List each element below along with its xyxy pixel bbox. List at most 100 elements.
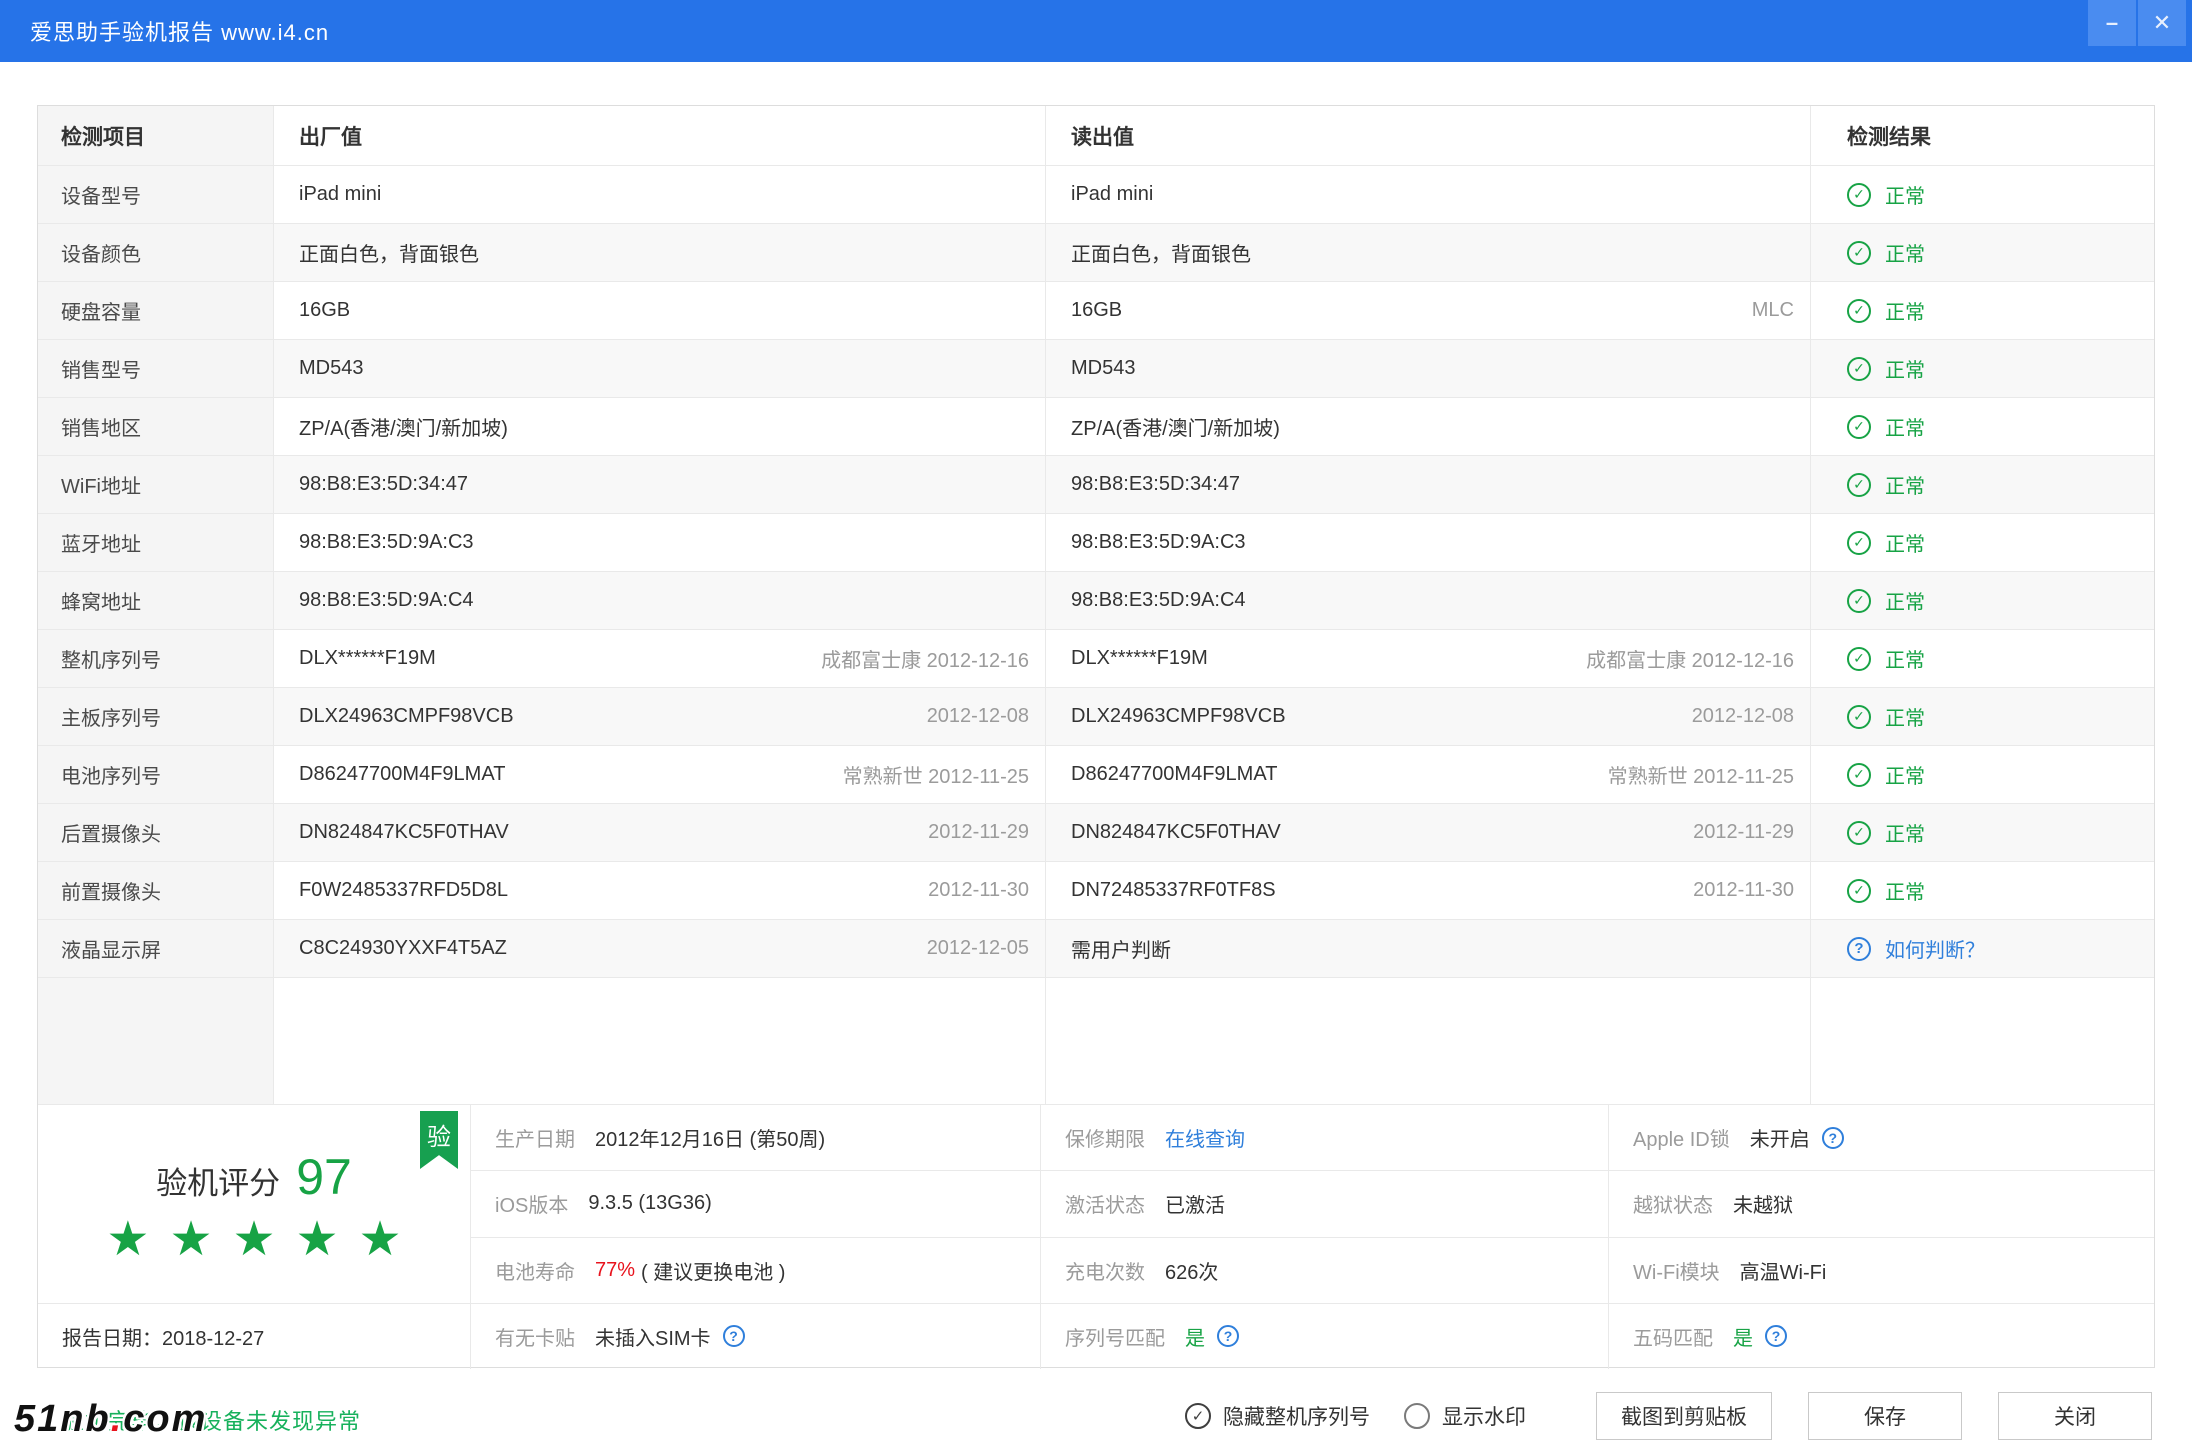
cell-value: F0W2485337RFD5D8L	[299, 879, 916, 902]
result-cell: ✓正常	[1811, 630, 2154, 687]
read-value-cell: DLX******F19M 成都富士康 2012-12-16	[1046, 630, 1811, 687]
summary-cell: 五码匹配是?	[1609, 1304, 2154, 1369]
result-cell: ? 如何判断？	[1811, 920, 2154, 977]
cell-value: 98:B8:E3:5D:9A:C3	[299, 531, 1029, 554]
help-icon[interactable]: ?	[723, 1325, 745, 1347]
help-icon[interactable]: ?	[1822, 1127, 1844, 1149]
read-value-cell: 16GBMLC	[1046, 282, 1811, 339]
table-row: 硬盘容量16GB16GBMLC✓正常	[38, 282, 2154, 340]
column-header-result: 检测结果	[1811, 106, 2154, 165]
table-header-row: 检测项目 出厂值 读出值 检测结果	[38, 106, 2154, 166]
summary-value: ( 建议更换电池 )	[641, 1256, 785, 1285]
cell-value: 正面白色，背面银色	[299, 238, 1029, 267]
online-query-link[interactable]: 在线查询	[1165, 1123, 1245, 1152]
summary-label: 充电次数	[1065, 1256, 1145, 1285]
close-button[interactable]: ✕	[2138, 0, 2186, 46]
minimize-icon: –	[2106, 10, 2118, 36]
summary-label: 越狱状态	[1633, 1189, 1713, 1218]
summary-column-1: 生产日期2012年12月16日 (第50周)iOS版本9.3.5 (13G36)…	[471, 1105, 1041, 1369]
how-to-judge-link[interactable]: 如何判断？	[1885, 934, 1985, 963]
cell-value: 需用户判断	[1071, 934, 1794, 963]
cell-value: DLX******F19M	[1071, 647, 1574, 670]
result-normal-text: 正常	[1885, 180, 1925, 209]
read-value-cell: ZP/A(香港/澳门/新加坡)	[1046, 398, 1811, 455]
help-icon[interactable]: ?	[1765, 1325, 1787, 1347]
question-circle-icon[interactable]: ?	[1847, 937, 1871, 961]
cell-value: iPad mini	[1071, 183, 1794, 206]
factory-value-cell: DN824847KC5F0THAV2012-11-29	[274, 804, 1046, 861]
table-row: 销售地区ZP/A(香港/澳门/新加坡)ZP/A(香港/澳门/新加坡)✓正常	[38, 398, 2154, 456]
factory-value-cell: 16GB	[274, 282, 1046, 339]
cell-value: MD543	[1071, 357, 1794, 380]
summary-value: 2012年12月16日 (第50周)	[595, 1123, 825, 1152]
score-label: 验机评分	[156, 1158, 280, 1203]
result-cell: ✓正常	[1811, 746, 2154, 803]
factory-value-cell: DLX24963CMPF98VCB2012-12-08	[274, 688, 1046, 745]
hide-serial-checkbox[interactable]: ✓	[1185, 1403, 1211, 1429]
read-value-cell: DN824847KC5F0THAV2012-11-29	[1046, 804, 1811, 861]
summary-cell: Wi-Fi模块高温Wi-Fi	[1609, 1238, 2154, 1304]
check-circle-icon: ✓	[1847, 763, 1871, 787]
item-label-cell: 电池序列号	[38, 746, 274, 803]
column-header-read-value: 读出值	[1046, 106, 1811, 165]
hide-serial-label: 隐藏整机序列号	[1223, 1401, 1370, 1431]
cell-value: DN824847KC5F0THAV	[299, 821, 916, 844]
item-label-cell: 设备型号	[38, 166, 274, 223]
cell-value: 16GB	[299, 299, 1029, 322]
read-value-cell: D86247700M4F9LMAT常熟新世 2012-11-25	[1046, 746, 1811, 803]
cell-value: D86247700M4F9LMAT	[299, 763, 831, 786]
cell-value: 98:B8:E3:5D:9A:C4	[1071, 589, 1794, 612]
date-note: 成都富士康 2012-12-16	[821, 644, 1029, 673]
cell-value: ZP/A(香港/澳门/新加坡)	[1071, 412, 1794, 441]
factory-value-cell: F0W2485337RFD5D8L2012-11-30	[274, 862, 1046, 919]
score-value: 97	[296, 1148, 352, 1206]
table-row: 蓝牙地址98:B8:E3:5D:9A:C398:B8:E3:5D:9A:C3✓正…	[38, 514, 2154, 572]
result-cell: ✓正常	[1811, 514, 2154, 571]
table-filler-row	[38, 978, 2154, 1104]
read-value-cell: DLX24963CMPF98VCB2012-12-08	[1046, 688, 1811, 745]
read-value-cell: DN72485337RF0TF8S2012-11-30	[1046, 862, 1811, 919]
factory-value-cell: 98:B8:E3:5D:9A:C4	[274, 572, 1046, 629]
item-label-cell: 主板序列号	[38, 688, 274, 745]
item-label-cell: WiFi地址	[38, 456, 274, 513]
date-note: 常熟新世 2012-11-25	[843, 760, 1029, 789]
result-normal-text: 正常	[1885, 412, 1925, 441]
cell-value: C8C24930YXXF4T5AZ	[299, 937, 915, 960]
close-icon: ✕	[2153, 10, 2171, 36]
result-normal-text: 正常	[1885, 586, 1925, 615]
result-normal-text: 正常	[1885, 528, 1925, 557]
summary-cell: 序列号匹配是?	[1041, 1304, 1608, 1369]
cell-value: ZP/A(香港/澳门/新加坡)	[299, 412, 1029, 441]
item-label-cell: 设备颜色	[38, 224, 274, 281]
summary-label: 有无卡贴	[495, 1322, 575, 1351]
cell-value: DLX24963CMPF98VCB	[299, 705, 915, 728]
read-value-cell: 正面白色，背面银色	[1046, 224, 1811, 281]
read-value-cell: MD543	[1046, 340, 1811, 397]
screenshot-to-clipboard-button[interactable]: 截图到剪贴板	[1596, 1392, 1772, 1440]
minimize-button[interactable]: –	[2088, 0, 2136, 46]
window-title: 爱思助手验机报告 www.i4.cn	[0, 15, 329, 47]
result-cell: ✓正常	[1811, 340, 2154, 397]
item-label-cell: 整机序列号	[38, 630, 274, 687]
table-row: 主板序列号DLX24963CMPF98VCB2012-12-08DLX24963…	[38, 688, 2154, 746]
summary-column-2: 保修期限在线查询激活状态已激活充电次数626次序列号匹配是?	[1041, 1105, 1609, 1369]
result-cell: ✓正常	[1811, 224, 2154, 281]
check-circle-icon: ✓	[1847, 647, 1871, 671]
result-normal-text: 正常	[1885, 354, 1925, 383]
help-icon[interactable]: ?	[1217, 1325, 1239, 1347]
factory-value-cell: iPad mini	[274, 166, 1046, 223]
result-cell: ✓正常	[1811, 166, 2154, 223]
show-watermark-label: 显示水印	[1442, 1401, 1526, 1431]
date-note: 成都富士康 2012-12-16	[1586, 644, 1794, 673]
cell-value: MD543	[299, 357, 1029, 380]
show-watermark-radio[interactable]	[1404, 1403, 1430, 1429]
table-row: 蜂窝地址98:B8:E3:5D:9A:C498:B8:E3:5D:9A:C4✓正…	[38, 572, 2154, 630]
factory-value-cell: 98:B8:E3:5D:34:47	[274, 456, 1046, 513]
summary-value: 未插入SIM卡	[595, 1322, 711, 1351]
summary-label: 序列号匹配	[1065, 1322, 1165, 1351]
check-circle-icon: ✓	[1847, 879, 1871, 903]
close-report-button[interactable]: 关闭	[1998, 1392, 2152, 1440]
save-button[interactable]: 保存	[1808, 1392, 1962, 1440]
summary-cell: 充电次数626次	[1041, 1238, 1608, 1304]
app-window: 爱思助手验机报告 www.i4.cn – ✕ 检测项目 出厂值 读出值 检测结果…	[0, 0, 2192, 1454]
